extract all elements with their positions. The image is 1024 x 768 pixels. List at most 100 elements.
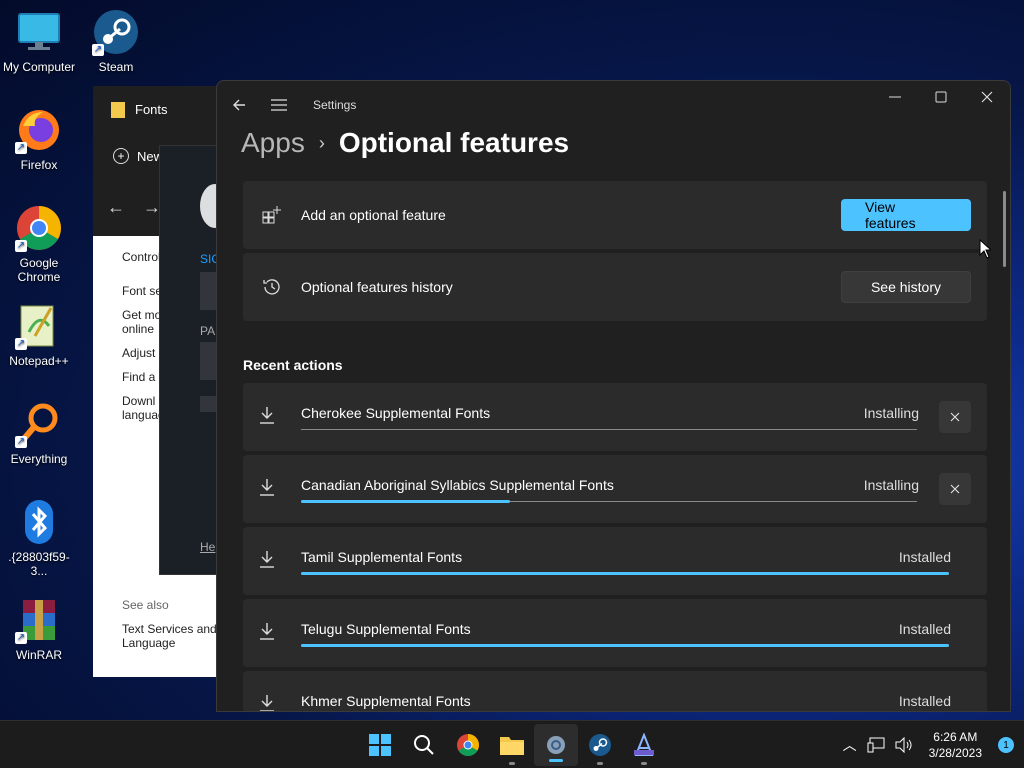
shortcut-arrow-icon: ↗ — [15, 436, 27, 448]
chrome-icon — [457, 734, 479, 756]
breadcrumb: Apps › Optional features — [241, 127, 569, 159]
back-arrow-icon[interactable]: ← — [107, 197, 125, 218]
back-arrow-icon — [233, 99, 245, 111]
firefox-icon: ↗ — [15, 106, 63, 154]
add-optional-feature-card: Add an optional feature View features — [243, 181, 987, 249]
close-icon — [981, 91, 993, 103]
clock-date: 3/28/2023 — [928, 746, 982, 760]
mouse-cursor-icon — [979, 239, 991, 259]
fonts-sidebar-item[interactable]: Get mo online — [122, 308, 162, 336]
feature-status: Installing — [863, 477, 919, 493]
taskbar-steam[interactable] — [578, 721, 622, 768]
font-app-icon — [634, 733, 654, 756]
fonts-window-title: Fonts — [135, 102, 168, 117]
winrar-icon: ↗ — [15, 596, 63, 644]
desktop-icon-firefox[interactable]: ↗ Firefox — [0, 106, 78, 172]
desktop-icon-label: My Computer — [2, 60, 76, 74]
maximize-icon — [935, 91, 947, 103]
close-icon — [950, 412, 960, 422]
shortcut-arrow-icon: ↗ — [15, 338, 27, 350]
desktop-icon-bluetooth[interactable]: .{28803f59-3... — [0, 498, 78, 578]
recent-action-row: Telugu Supplemental Fonts Installed — [243, 599, 987, 667]
desktop-icon-label: Notepad++ — [9, 354, 69, 368]
desktop-icon-everything[interactable]: ↗ Everything — [0, 400, 78, 466]
window-controls — [872, 81, 1010, 113]
gear-icon — [547, 736, 565, 754]
feature-name: Telugu Supplemental Fonts — [301, 621, 471, 637]
feature-name: Khmer Supplemental Fonts — [301, 693, 471, 709]
desktop-icon-label: WinRAR — [15, 648, 62, 662]
steam-help-link[interactable]: He — [200, 540, 215, 554]
recent-action-row: Cherokee Supplemental Fonts Installing — [243, 383, 987, 451]
breadcrumb-apps[interactable]: Apps — [241, 127, 305, 159]
close-button[interactable] — [964, 81, 1010, 113]
desktop-icon-label: .{28803f59-3... — [8, 550, 70, 578]
feature-status: Installed — [898, 621, 951, 637]
running-indicator — [641, 762, 647, 765]
feature-status: Installed — [898, 693, 951, 709]
start-button[interactable] — [358, 721, 402, 768]
progress-fill — [301, 572, 949, 575]
desktop-icon-steam[interactable]: ↗ Steam — [77, 8, 155, 74]
settings-content: Add an optional feature View features Op… — [243, 181, 987, 711]
see-history-button[interactable]: See history — [841, 271, 971, 303]
clock[interactable]: 6:26 AM 3/28/2023 — [929, 729, 982, 761]
taskbar-chrome[interactable] — [446, 721, 490, 768]
desktop-icon-notepad-plus-plus[interactable]: ↗ Notepad++ — [0, 302, 78, 368]
recent-actions-list: Cherokee Supplemental Fonts Installing Can… — [243, 383, 987, 711]
bluetooth-icon — [15, 498, 63, 546]
steam-icon — [589, 734, 611, 756]
view-features-button[interactable]: View features — [841, 199, 971, 231]
scrollbar-thumb[interactable] — [1003, 191, 1006, 267]
shortcut-arrow-icon: ↗ — [92, 44, 104, 56]
network-icon[interactable] — [867, 737, 885, 753]
back-button[interactable] — [219, 81, 259, 129]
optional-features-history-label: Optional features history — [301, 279, 453, 295]
taskbar-file-explorer[interactable] — [490, 721, 534, 768]
cancel-install-button[interactable] — [939, 473, 971, 505]
folder-icon — [500, 737, 524, 755]
minimize-icon — [889, 96, 901, 98]
optional-features-history-card: Optional features history See history — [243, 253, 987, 321]
shortcut-arrow-icon: ↗ — [15, 142, 27, 154]
desktop-icon-winrar[interactable]: ↗ WinRAR — [0, 596, 78, 662]
notification-badge[interactable]: 1 — [998, 737, 1014, 753]
minimize-button[interactable] — [872, 81, 918, 113]
history-icon — [243, 277, 301, 297]
feature-status: Installed — [898, 549, 951, 565]
maximize-button[interactable] — [918, 81, 964, 113]
menu-button[interactable] — [259, 81, 299, 129]
progress-track — [301, 429, 917, 430]
desktop-icon-my-computer[interactable]: My Computer — [0, 8, 78, 74]
show-hidden-icons-chevron-up-icon[interactable]: ︿ — [843, 735, 857, 755]
download-icon — [257, 477, 277, 502]
download-icon — [257, 405, 277, 430]
settings-window[interactable]: Settings Apps › Optional features Add an… — [216, 80, 1011, 712]
volume-icon[interactable] — [895, 737, 913, 753]
windows-logo-icon — [369, 734, 391, 756]
fonts-sidebar-item[interactable]: Downl languag — [122, 394, 165, 422]
folder-font-icon — [111, 101, 125, 118]
taskbar-apps — [358, 721, 666, 768]
cancel-install-button[interactable] — [939, 401, 971, 433]
desktop-icon-google-chrome[interactable]: ↗ Google Chrome — [0, 204, 78, 284]
taskbar-settings[interactable] — [534, 724, 578, 766]
settings-title-bar[interactable]: Settings — [217, 81, 1010, 129]
see-also-heading: See also — [122, 598, 169, 612]
system-tray: ︿ 6:26 AM 3/28/2023 1 — [843, 721, 1014, 768]
shortcut-arrow-icon: ↗ — [15, 632, 27, 644]
fonts-title-bar[interactable]: Fonts — [93, 86, 223, 133]
search-icon — [414, 735, 434, 755]
page-title: Optional features — [338, 127, 570, 158]
running-indicator — [509, 762, 515, 765]
desktop-icon-label: Google Chrome — [17, 256, 61, 284]
feature-name: Canadian Aboriginal Syllabics Supplement… — [301, 477, 614, 493]
desktop-icon-label: Firefox — [20, 158, 58, 172]
text-services-link[interactable]: Text Services and Language — [122, 622, 222, 650]
monitor-icon — [15, 8, 63, 56]
close-icon — [950, 484, 960, 494]
taskbar-font-app[interactable] — [622, 721, 666, 768]
search-button[interactable] — [402, 721, 446, 768]
steam-remember-checkbox[interactable] — [200, 396, 216, 412]
progress-fill — [301, 644, 949, 647]
